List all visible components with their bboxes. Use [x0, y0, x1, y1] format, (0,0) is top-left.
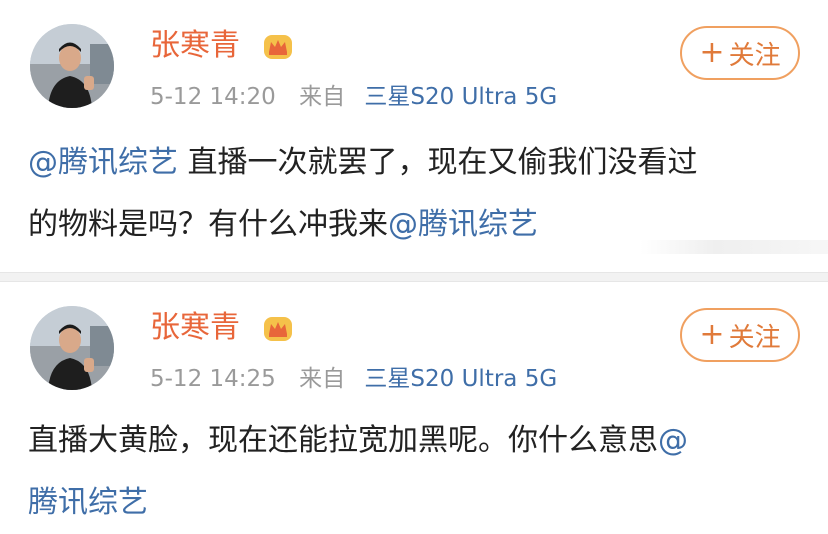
content-line: 直播大黄脸，现在还能拉宽加黑呢。你什么意思@: [28, 410, 808, 472]
post-meta: 5-12 14:20 来自 三星S20 Ultra 5G: [150, 82, 557, 112]
username[interactable]: 张寒青: [150, 28, 240, 64]
post-content: 直播大黄脸，现在还能拉宽加黑呢。你什么意思@ 腾讯综艺: [28, 410, 808, 534]
post-meta: 5-12 14:25 来自 三星S20 Ultra 5G: [150, 364, 557, 394]
content-line: @腾讯综艺 直播一次就罢了，现在又偷我们没看过: [28, 132, 808, 194]
content-line: 腾讯综艺: [28, 472, 808, 534]
post-time: 5-12 14:25: [150, 366, 276, 392]
avatar[interactable]: [30, 24, 114, 108]
weibo-post: 张寒青 5-12 14:20 来自 三星S20 Ultra 5G + 关注 @腾…: [0, 0, 828, 272]
source-device[interactable]: 三星S20 Ultra 5G: [364, 84, 557, 110]
fade-decoration: [640, 240, 828, 254]
source-label: 来自: [299, 84, 346, 110]
content-text: 直播大黄脸，现在还能拉宽加黑呢。你什么意思: [28, 423, 658, 458]
mention-link[interactable]: @腾讯综艺: [388, 207, 538, 242]
username[interactable]: 张寒青: [150, 310, 240, 346]
follow-label: 关注: [728, 322, 781, 353]
source-label: 来自: [299, 366, 346, 392]
follow-button[interactable]: + 关注: [680, 26, 800, 80]
content-text: 的物料是吗？有什么冲我来: [28, 207, 388, 242]
mention-link[interactable]: @: [658, 423, 688, 458]
vip-crown-icon[interactable]: [262, 33, 294, 61]
mention-link[interactable]: 腾讯综艺: [28, 485, 148, 520]
mention-link[interactable]: @腾讯综艺: [28, 145, 178, 180]
plus-icon: +: [699, 35, 725, 70]
post-content: @腾讯综艺 直播一次就罢了，现在又偷我们没看过 的物料是吗？有什么冲我来@腾讯综…: [28, 132, 808, 256]
follow-label: 关注: [728, 40, 781, 71]
post-time: 5-12 14:20: [150, 84, 276, 110]
weibo-post: 张寒青 5-12 14:25 来自 三星S20 Ultra 5G + 关注 直播…: [0, 282, 828, 531]
follow-button[interactable]: + 关注: [680, 308, 800, 362]
source-device[interactable]: 三星S20 Ultra 5G: [364, 366, 557, 392]
content-text: 直播一次就罢了，现在又偷我们没看过: [178, 145, 698, 180]
plus-icon: +: [699, 317, 725, 352]
avatar[interactable]: [30, 306, 114, 390]
vip-crown-icon[interactable]: [262, 315, 294, 343]
post-separator: [0, 272, 828, 282]
